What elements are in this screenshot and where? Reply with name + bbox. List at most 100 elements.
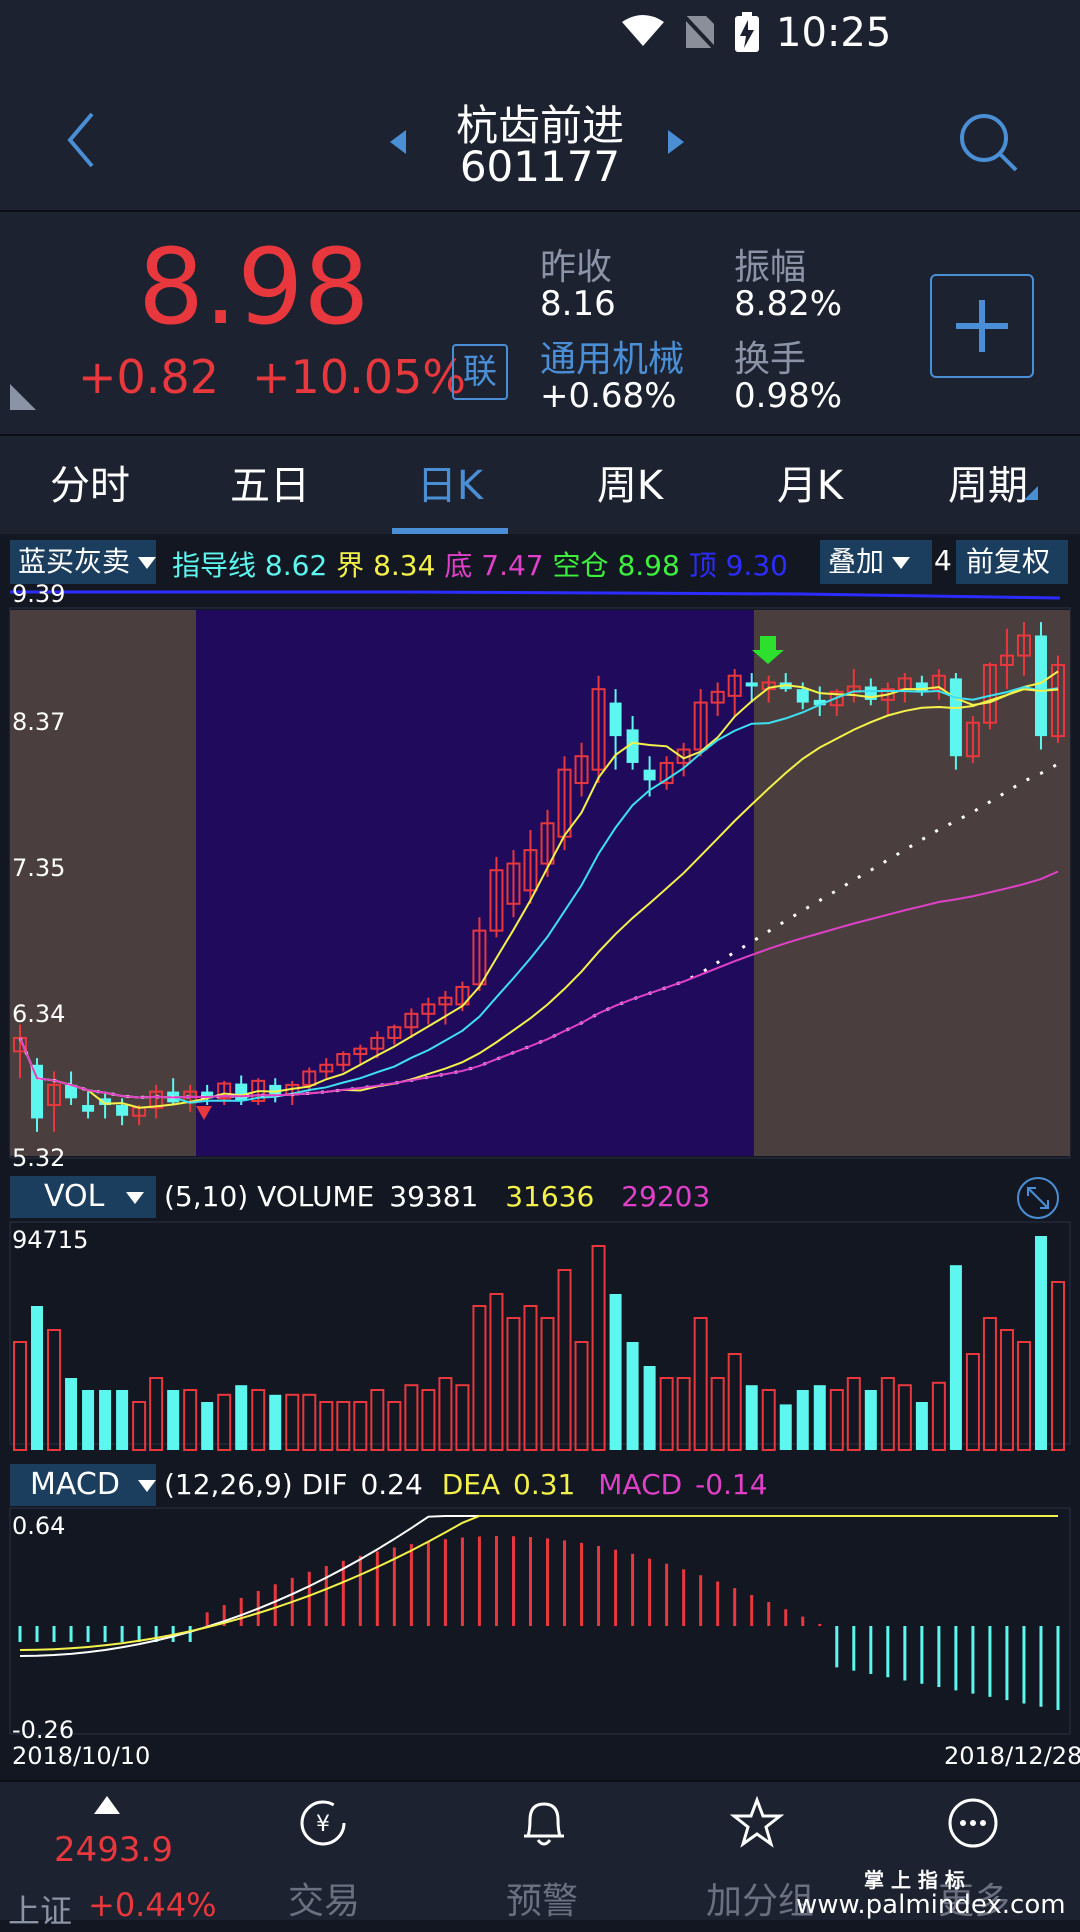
volume-bar-down (779, 1404, 792, 1450)
volume-bar-up (761, 1389, 776, 1451)
kline-y-2: 8.37 (12, 708, 66, 736)
battery-charging-icon (735, 12, 759, 52)
macd-dea-label: DEA (441, 1468, 501, 1501)
volume-bar-down (269, 1394, 282, 1450)
volume-bar-up (472, 1305, 487, 1451)
sector-change: +0.68% (540, 376, 677, 416)
volume-bar-up (540, 1317, 555, 1451)
candle-down (1034, 635, 1047, 737)
candle-down (235, 1083, 248, 1101)
macd-y-bottom: -0.26 (12, 1716, 75, 1744)
watermark-url: www.palmindex.com (796, 1890, 1066, 1920)
volume-bar-up (13, 1341, 27, 1451)
trade-icon: ¥ (300, 1800, 346, 1846)
tab-intraday[interactable]: 分时 (0, 436, 180, 536)
guide-value: 8.62 (264, 549, 328, 582)
candle-down (949, 678, 962, 757)
nav-alert[interactable]: 预警 (470, 1782, 620, 1922)
volume-bar-down (167, 1390, 180, 1450)
buy-zone (196, 610, 754, 1156)
volume-bar-up (557, 1269, 572, 1451)
volume-bar-up (421, 1389, 436, 1451)
tab-weekly-k[interactable]: 周K (540, 436, 720, 536)
vol-select[interactable]: VOL (10, 1176, 156, 1218)
volume-bar-up (880, 1377, 895, 1451)
prev-stock-icon[interactable] (390, 130, 408, 154)
prev-close-label: 昨收 (540, 247, 613, 288)
search-icon[interactable] (958, 112, 1020, 174)
sector-link[interactable]: 通用机械 (540, 330, 684, 382)
dea-line (19, 1515, 1058, 1651)
index-change: +0.44% (88, 1886, 217, 1924)
volume-bar-down (949, 1265, 962, 1450)
volume-bar-up (523, 1305, 538, 1451)
indicator-values: 指导线 8.62 界 8.34 底 7.47 空仓 8.98 顶 9.30 (172, 544, 788, 584)
plus-icon (956, 300, 1008, 352)
macd-macd-label: MACD (598, 1468, 683, 1501)
vol-volume: 39381 (389, 1180, 479, 1213)
overlay-label: 叠加 (828, 545, 885, 578)
volume-bar-up (693, 1317, 708, 1451)
wifi-icon (622, 15, 664, 46)
volume-bar-up (251, 1389, 266, 1451)
fullscreen-icon[interactable] (1016, 1176, 1060, 1220)
last-price: 8.98 (138, 226, 370, 348)
turnover-label: 换手 (734, 339, 807, 380)
vol-y-top: 94715 (12, 1226, 89, 1254)
macd-dif: 0.24 (360, 1468, 423, 1501)
ding-label: 顶 (688, 549, 717, 582)
index-widget[interactable]: 2493.9 上证 +0.44% (0, 1782, 216, 1930)
volume-bar-up (574, 1341, 589, 1451)
macd-dea: 0.31 (513, 1468, 576, 1501)
nav-trade[interactable]: ¥ 交易 (250, 1782, 400, 1922)
index-value: 2493.9 (54, 1830, 173, 1870)
candle-down (31, 1064, 44, 1119)
ding-value: 9.30 (725, 549, 788, 582)
prev-close-value: 8.16 (540, 284, 616, 324)
volume-bar-up (353, 1401, 368, 1451)
chart-area[interactable]: 9.39 8.37 7.35 6.34 5.32 VOL (5,10) VOLU… (0, 580, 1080, 1778)
volume-bar-up (132, 1401, 147, 1451)
vol-name: VOL (44, 1179, 105, 1214)
kline-y-top: 9.39 (12, 580, 66, 608)
tab-daily-k[interactable]: 日K (360, 436, 540, 536)
volume-bar-up (1016, 1341, 1031, 1451)
period-tabs: 分时 五日 日K 周K 月K 周期 (0, 434, 1080, 534)
candle-down (796, 689, 809, 703)
chevron-down-icon (892, 557, 911, 569)
price-change-pct: +10.05% (252, 350, 466, 404)
date-end: 2018/12/28 (944, 1742, 1080, 1770)
macd-select[interactable]: MACD (10, 1464, 156, 1506)
indicator-select[interactable]: 蓝买灰卖 (10, 540, 157, 584)
volume-bar-up (506, 1317, 521, 1451)
volume-bar-up (710, 1377, 725, 1451)
jie-label: 界 (336, 549, 365, 582)
jie-value: 8.34 (373, 549, 436, 582)
link-badge[interactable]: 联 (452, 344, 508, 400)
tab-period[interactable]: 周期 (900, 436, 1076, 536)
next-stock-icon[interactable] (666, 130, 684, 154)
indicator-bar: 蓝买灰卖 指导线 8.62 界 8.34 底 7.47 空仓 8.98 顶 9.… (0, 534, 1080, 586)
volume-bar-up (931, 1381, 946, 1451)
volume-bar-down (796, 1390, 809, 1450)
macd-macd: -0.14 (695, 1468, 768, 1501)
volume-bar-up (183, 1389, 198, 1451)
candle-down (609, 702, 622, 737)
tab-monthly-k[interactable]: 月K (720, 436, 900, 536)
overlay-select[interactable]: 叠加 (820, 540, 932, 584)
volume-bar-down (99, 1390, 112, 1450)
adjust-select[interactable]: 前复权 (956, 540, 1068, 584)
volume-bar-up (455, 1384, 470, 1452)
add-watchlist-button[interactable] (930, 274, 1034, 378)
indicator-name: 蓝买灰卖 (18, 545, 131, 578)
guide-label: 指导线 (172, 549, 257, 582)
expand-corner-icon[interactable] (10, 384, 36, 410)
macd-values: (12,26,9) DIF 0.24 DEA 0.31 MACD -0.14 (164, 1468, 768, 1501)
macd-name: MACD (30, 1467, 120, 1502)
back-arrow-icon[interactable] (66, 110, 96, 170)
bottom-nav: 2493.9 上证 +0.44% ¥ 交易 预警 加分组 更多 掌 上 指 标 … (0, 1780, 1080, 1930)
tab-five-day[interactable]: 五日 (180, 436, 360, 536)
index-name: 上证 (8, 1892, 73, 1930)
chevron-down-icon (137, 1479, 156, 1492)
overlay-count: 4 (934, 544, 952, 577)
